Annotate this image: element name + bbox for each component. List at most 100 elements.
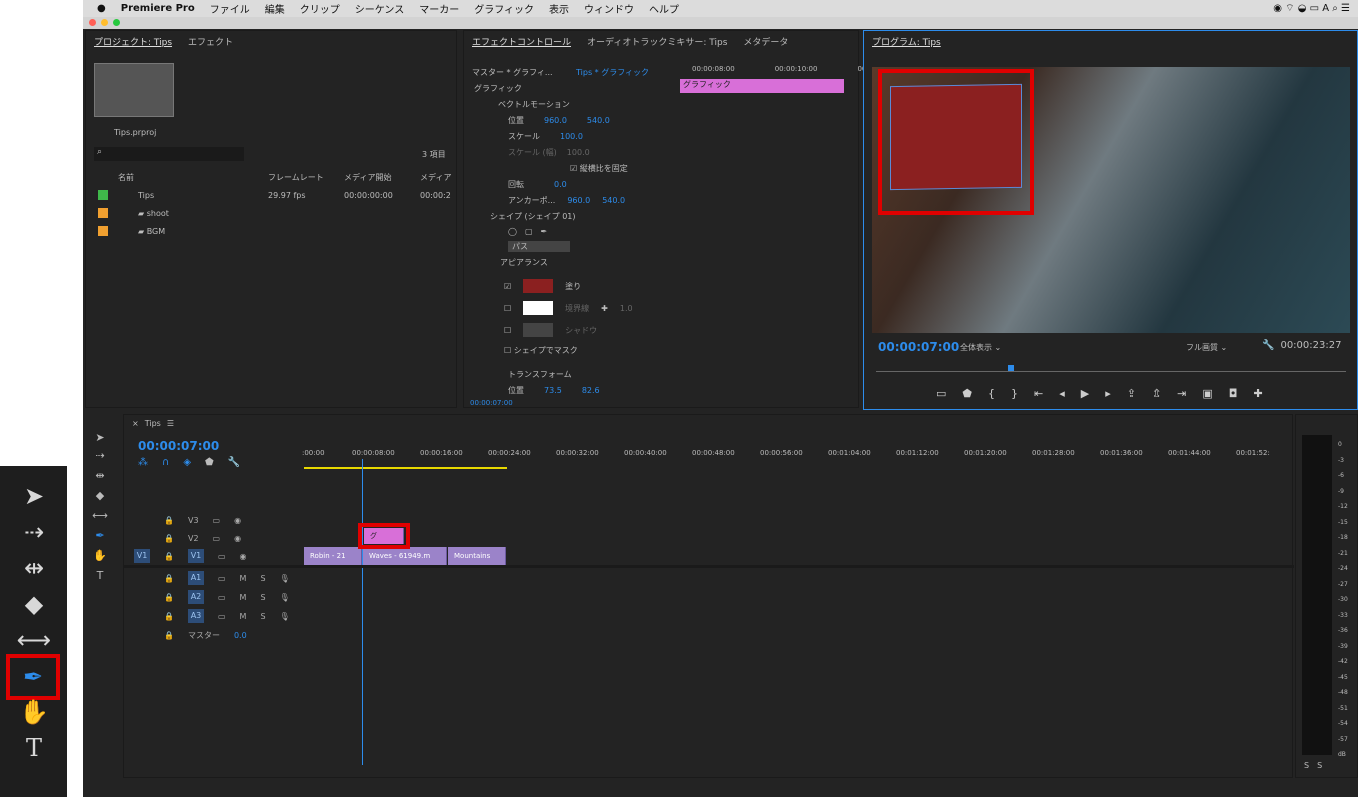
export-frame-icon[interactable]: ▣ [1202,387,1212,400]
selection-tool-icon[interactable]: ➤ [89,428,111,446]
type-tool-icon[interactable]: T [89,566,111,584]
scrub-bar[interactable] [876,371,1346,372]
shadow-swatch[interactable] [523,323,554,337]
go-to-in-icon[interactable]: ⇤ [1034,387,1043,400]
menu-help[interactable]: ヘルプ [649,1,679,16]
type-tool-icon[interactable]: T [10,730,58,766]
ellipse-icon[interactable]: ◯ [508,227,517,236]
wrench-icon[interactable]: 🔧 [1262,340,1274,351]
tab-effect-controls[interactable]: エフェクトコントロール [472,35,571,48]
slip-tool-icon[interactable]: ⟷ [89,506,111,524]
fill-swatch[interactable] [523,279,554,293]
menu-file[interactable]: ファイル [210,1,250,16]
marker-icon[interactable]: ⬟ [205,457,214,468]
step-forward-icon[interactable]: ▸ [1105,387,1111,400]
stroke-checkbox[interactable]: ☐ [504,304,511,313]
close-icon[interactable]: × [132,419,139,428]
hand-tool-icon[interactable]: ✋ [89,546,111,564]
solo-right-button[interactable]: S [1317,761,1322,770]
fill-checkbox[interactable]: ☑ [504,282,511,291]
menu-window[interactable]: ウィンドウ [584,1,634,16]
go-to-out-icon[interactable]: ⇥ [1177,387,1186,400]
track-select-tool-icon[interactable]: ⇢ [10,514,58,550]
search-input[interactable]: ⌕ [94,147,244,161]
menu-sequence[interactable]: シーケンス [355,1,405,16]
safe-margins-icon[interactable]: ▭ [936,387,946,400]
play-icon[interactable]: ▶ [1081,387,1089,400]
linked-icon[interactable]: ◈ [183,457,191,468]
lift-icon[interactable]: ⇪ [1127,387,1136,400]
tab-sequence[interactable]: Tips [145,419,161,428]
selection-tool-icon[interactable]: ➤ [10,478,58,514]
close-icon[interactable] [89,19,96,26]
col-media[interactable]: メディア [420,172,451,183]
menu-edit[interactable]: 編集 [265,1,285,16]
menu-view[interactable]: 表示 [549,1,569,16]
project-panel: プロジェクト: Tips エフェクト Tips.prproj ⌕ 3 項目 名前… [85,30,457,408]
razor-tool-icon[interactable]: ◆ [10,586,58,622]
uniform-scale-checkbox[interactable]: ☑ 縦横比を固定 [570,163,628,174]
time-ruler[interactable]: :00:00 00:00:08:00 00:00:16:00 00:00:24:… [302,443,1272,463]
timeline-timecode[interactable]: 00:00:07:00 [138,439,219,453]
mask-checkbox[interactable]: ☐ シェイプでマスク [504,345,578,356]
razor-tool-icon[interactable]: ◆ [89,486,111,504]
ripple-edit-tool-icon[interactable]: ⇹ [10,550,58,586]
video-clip[interactable]: Waves - 61949.m [363,547,447,565]
apple-icon[interactable]: ● [97,3,106,14]
sequence-clip-label[interactable]: Tips * グラフィック [576,67,649,78]
hand-tool-icon[interactable]: ✋ [10,694,58,730]
solo-left-button[interactable]: S [1304,761,1309,770]
add-button-icon[interactable]: ✚ [1253,387,1262,400]
video-clip[interactable]: Mountains [448,547,506,565]
tab-metadata[interactable]: メタデータ [743,35,788,48]
col-name[interactable]: 名前 [118,172,268,183]
tools-panel: ➤ ⇢ ⇹ ◆ ⟷ ✒ ✋ T [89,424,113,594]
add-icon[interactable]: ✚ [601,304,608,313]
col-fps[interactable]: フレームレート [268,172,344,183]
marker-icon[interactable]: ⬟ [962,387,972,400]
meter-bar [1302,435,1332,755]
minimize-icon[interactable] [101,19,108,26]
slip-tool-icon[interactable]: ⟷ [10,622,58,658]
list-item[interactable]: ▰ shoot [98,208,169,218]
fit-select[interactable]: 全体表示 ⌄ [960,342,1001,353]
playhead-icon[interactable] [1008,365,1014,371]
tab-project[interactable]: プロジェクト: Tips [94,35,172,48]
tab-audio-mixer[interactable]: オーディオトラックミキサー: Tips [587,35,727,48]
nest-icon[interactable]: ⁂ [138,457,148,468]
shadow-checkbox[interactable]: ☐ [504,326,511,335]
pen-icon[interactable]: ✒ [541,227,548,236]
video-clip[interactable]: Robin - 21 [304,547,362,565]
red-rectangle-shape[interactable] [890,83,1022,191]
mark-in-icon[interactable]: { [988,387,995,400]
list-item[interactable]: Tips 29.97 fps 00:00:00:00 00:00:2 [98,190,458,200]
master-clip-label[interactable]: マスター * グラフィ... [472,67,553,78]
app-menu[interactable]: Premiere Pro [121,3,195,14]
zoom-icon[interactable] [113,19,120,26]
item-name: Tips [138,190,155,200]
work-area-bar[interactable] [304,467,507,469]
menu-marker[interactable]: マーカー [419,1,459,16]
tab-effects[interactable]: エフェクト [188,35,233,48]
snap-icon[interactable]: ∩ [162,457,169,468]
settings-icon[interactable]: 🔧 [228,457,240,468]
camera-icon[interactable]: ◘ [1229,387,1238,400]
graphic-clip-bar[interactable]: グラフィック [680,79,844,93]
ripple-tool-icon[interactable]: ⇹ [89,466,111,484]
rect-icon[interactable]: ▢ [525,227,533,236]
quality-select[interactable]: フル画質 ⌄ [1186,342,1227,353]
tab-program[interactable]: プログラム: Tips [872,35,941,48]
menu-clip[interactable]: クリップ [300,1,340,16]
graphic-clip[interactable]: グ [364,528,404,544]
stroke-swatch[interactable] [523,301,554,315]
extract-icon[interactable]: ⇬ [1152,387,1161,400]
col-start[interactable]: メディア開始 [344,172,420,183]
list-item[interactable]: ▰ BGM [98,226,165,236]
playhead[interactable] [362,459,363,765]
pen-tool-icon[interactable]: ✒ [89,526,111,544]
project-file: Tips.prproj [114,128,157,137]
menu-graphics[interactable]: グラフィック [474,1,534,16]
step-back-icon[interactable]: ◂ [1059,387,1065,400]
mark-out-icon[interactable]: } [1011,387,1018,400]
track-select-tool-icon[interactable]: ⇢ [89,446,111,464]
